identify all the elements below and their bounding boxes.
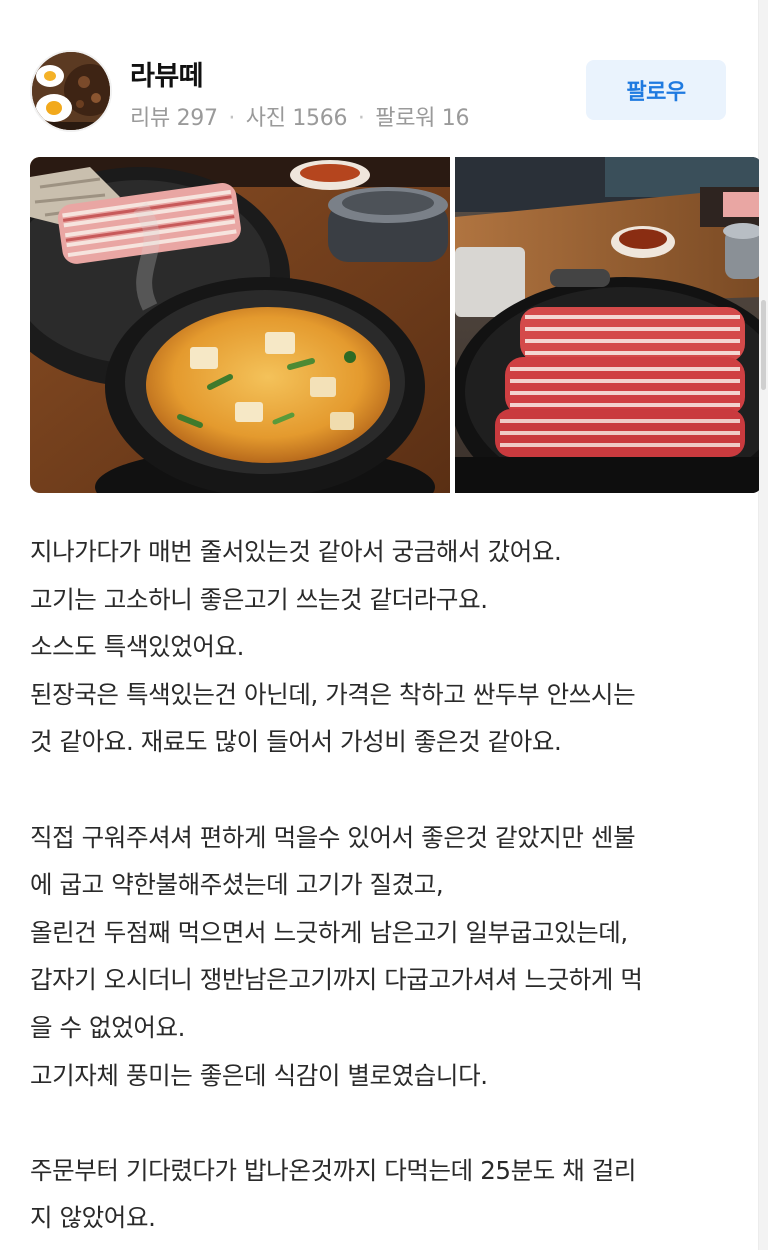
review-photo-1[interactable] (30, 157, 450, 493)
follow-button[interactable]: 팔로우 (586, 60, 726, 120)
review-card: 라뷰떼 리뷰 297 · 사진 1566 · 팔로워 16 팔로우 지나가다가 … (0, 0, 762, 1250)
photo-count: 사진 1566 (245, 106, 348, 131)
reviewer-stats: 리뷰 297 · 사진 1566 · 팔로워 16 (130, 100, 469, 132)
review-line: 올린건 두점째 먹으면서 느긋하게 남은고기 일부굽고있는데, (30, 917, 628, 947)
username[interactable]: 라뷰떼 (130, 54, 204, 93)
separator-dot: · (228, 106, 236, 131)
review-text: 지나가다가 매번 줄서있는것 같아서 궁금해서 갔어요. 고기는 고소하니 좋은고… (30, 528, 740, 1242)
review-photo-2[interactable] (455, 157, 762, 493)
separator-dot: · (357, 106, 365, 131)
review-line: 직접 구워주셔셔 편하게 먹을수 있어서 좋은것 같았지만 센불 (30, 822, 636, 852)
review-line: 에 굽고 약한불해주셨는데 고기가 질겼고, (30, 870, 444, 900)
review-line: 지 않았어요. (30, 1203, 156, 1233)
review-line: 을 수 없었어요. (30, 1012, 186, 1042)
scrollbar-track[interactable] (759, 0, 768, 1250)
review-line: 지나가다가 매번 줄서있는것 같아서 궁금해서 갔어요. (30, 537, 562, 566)
reviewer-header: 라뷰떼 리뷰 297 · 사진 1566 · 팔로워 16 팔로우 (30, 50, 730, 136)
review-line: 된장국은 특색있는건 아닌데, 가격은 착하고 싼두부 안쓰시는 (30, 679, 636, 709)
review-line: 고기자체 풍미는 좋은데 식감이 별로였습니다. (30, 1060, 488, 1090)
stew-photo-icon (30, 157, 450, 493)
scrollbar-thumb[interactable] (761, 300, 766, 390)
review-photos (30, 157, 762, 493)
review-count: 리뷰 297 (130, 106, 218, 131)
avatar-food-icon (32, 52, 110, 130)
review-line: 고기는 고소하니 좋은고기 쓰는것 같더라구요. (30, 584, 488, 614)
review-line: 주문부터 기다렸다가 밥나온것까지 다먹는데 25분도 채 걸리 (30, 1155, 637, 1185)
review-line: 소스도 특색있었어요. (30, 632, 245, 662)
avatar[interactable] (30, 50, 112, 132)
review-line: 것 같아요. 재료도 많이 들어서 가성비 좋은것 같아요. (30, 727, 562, 757)
pork-grill-photo-icon (455, 157, 762, 493)
follower-count: 팔로워 16 (375, 106, 470, 131)
review-line: 갑자기 오시더니 쟁반남은고기까지 다굽고가셔셔 느긋하게 먹 (30, 965, 643, 995)
